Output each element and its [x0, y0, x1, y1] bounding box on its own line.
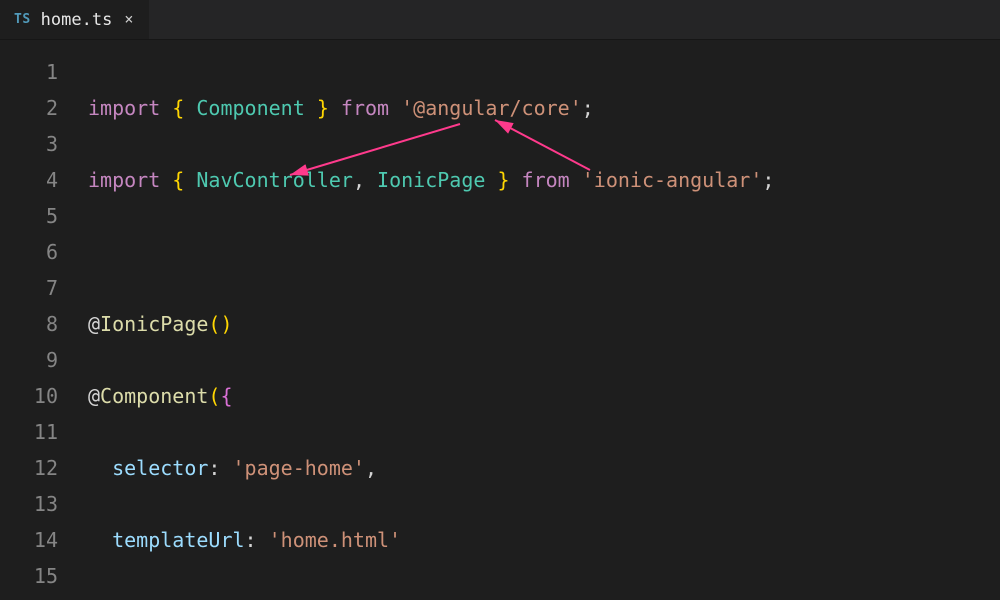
code-line[interactable]: selector: 'page-home', [88, 450, 774, 486]
line-number: 14 [0, 522, 88, 558]
code-line[interactable]: @Component({ [88, 378, 774, 414]
line-number: 6 [0, 234, 88, 270]
tab-home-ts[interactable]: TS home.ts × [0, 0, 150, 39]
line-number-gutter: 1 2 3 4 5 6 7 8 9 10 11 12 13 14 15 [0, 40, 88, 600]
editor[interactable]: 1 2 3 4 5 6 7 8 9 10 11 12 13 14 15 impo… [0, 40, 1000, 600]
tab-filename: home.ts [41, 10, 113, 30]
code-line[interactable]: }) [88, 594, 774, 600]
code-line[interactable]: @IonicPage() [88, 306, 774, 342]
code-line[interactable]: import { Component } from '@angular/core… [88, 90, 774, 126]
line-number: 12 [0, 450, 88, 486]
line-number: 9 [0, 342, 88, 378]
line-number: 8 [0, 306, 88, 342]
code-line[interactable] [88, 234, 774, 270]
line-number: 7 [0, 270, 88, 306]
close-icon[interactable]: × [122, 12, 135, 27]
line-number: 2 [0, 90, 88, 126]
line-number: 1 [0, 54, 88, 90]
line-number: 4 [0, 162, 88, 198]
tab-bar: TS home.ts × [0, 0, 1000, 40]
line-number: 10 [0, 378, 88, 414]
line-number: 15 [0, 558, 88, 594]
code-line[interactable]: import { NavController, IonicPage } from… [88, 162, 774, 198]
code-line[interactable]: templateUrl: 'home.html' [88, 522, 774, 558]
line-number: 13 [0, 486, 88, 522]
line-number: 5 [0, 198, 88, 234]
line-number: 11 [0, 414, 88, 450]
ts-file-icon: TS [14, 12, 31, 27]
line-number: 3 [0, 126, 88, 162]
code-area[interactable]: import { Component } from '@angular/core… [88, 40, 774, 600]
